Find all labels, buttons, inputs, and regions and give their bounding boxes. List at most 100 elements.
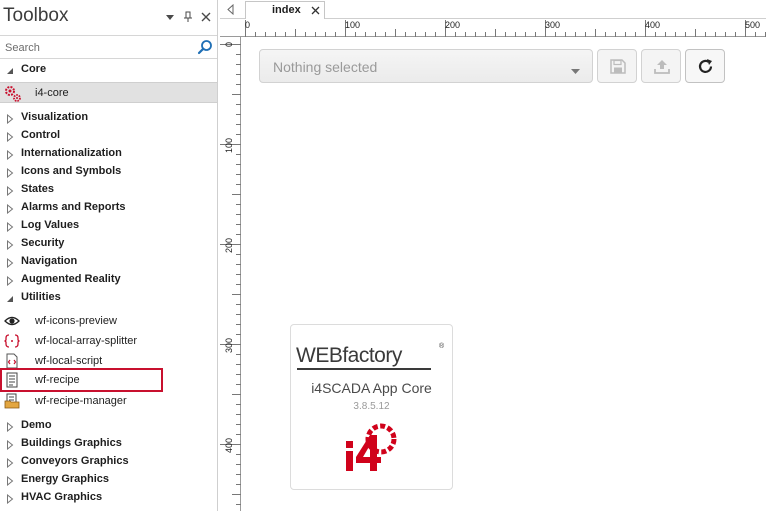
category-energy-graphics[interactable]: Energy Graphics: [0, 471, 217, 489]
scroll-left-icon[interactable]: [226, 3, 236, 16]
ruler-label: 200: [224, 237, 234, 253]
collapsed-arrow-icon[interactable]: [6, 239, 14, 251]
collapsed-arrow-icon[interactable]: [6, 439, 14, 451]
tab-bar: index: [220, 0, 766, 19]
collapsed-arrow-icon[interactable]: [6, 203, 14, 215]
category-utilities[interactable]: Utilities: [0, 289, 217, 307]
collapsed-arrow-icon[interactable]: [6, 475, 14, 487]
save-icon: [610, 59, 626, 74]
logo-underline: [297, 368, 431, 370]
toolbox-item-i4-core[interactable]: i4-core: [0, 82, 217, 103]
collapsed-arrow-icon[interactable]: [6, 149, 14, 161]
save-button[interactable]: [597, 49, 637, 83]
category-control[interactable]: Control: [0, 127, 217, 145]
dropdown-icon[interactable]: [164, 11, 176, 23]
category-label: Demo: [21, 419, 52, 431]
collapsed-arrow-icon[interactable]: [6, 113, 14, 125]
recipe-select-value: Nothing selected: [273, 59, 378, 75]
vertical-ruler: 0 100 200 300 400: [220, 37, 241, 511]
category-augmented-reality[interactable]: Augmented Reality: [0, 271, 217, 289]
ruler-label: 300: [545, 20, 561, 30]
category-label: Internationalization: [21, 147, 122, 159]
category-label: Security: [21, 237, 65, 249]
upload-button[interactable]: [641, 49, 681, 83]
item-label: wf-icons-preview: [35, 315, 117, 327]
splitter-icon: [4, 333, 20, 349]
category-internationalization[interactable]: Internationalization: [0, 145, 217, 163]
tab-label: index: [272, 4, 301, 16]
category-demo[interactable]: Demo: [0, 417, 217, 435]
refresh-icon: [698, 59, 713, 73]
ruler-label: 300: [224, 337, 234, 353]
design-canvas[interactable]: Nothing selected WEBfactory ® i4SCADA Ap…: [242, 38, 766, 511]
expanded-arrow-icon[interactable]: [6, 293, 14, 303]
i4-logo-icon: [343, 421, 401, 473]
ruler-ticks: [245, 20, 766, 37]
item-label: wf-local-array-splitter: [35, 335, 138, 347]
category-label: Log Values: [21, 219, 80, 231]
category-security[interactable]: Security: [0, 235, 217, 253]
category-label: Conveyors Graphics: [21, 455, 129, 467]
collapsed-arrow-icon[interactable]: [6, 493, 14, 505]
ruler-label: 200: [445, 20, 461, 30]
card-title: i4SCADA App Core: [311, 380, 432, 396]
category-label: States: [21, 183, 55, 195]
webfactory-logo: WEBfactory: [296, 344, 402, 367]
refresh-button[interactable]: [685, 49, 725, 83]
collapsed-arrow-icon[interactable]: [6, 221, 14, 233]
category-label: Augmented Reality: [21, 273, 121, 285]
eye-icon: [4, 313, 20, 329]
toolbox-item-wf-recipe[interactable]: wf-recipe: [0, 368, 163, 392]
category-visualization[interactable]: Visualization: [0, 109, 217, 127]
search-input[interactable]: [5, 39, 185, 56]
collapsed-arrow-icon[interactable]: [6, 257, 14, 269]
expanded-arrow-icon[interactable]: [6, 65, 14, 75]
collapsed-arrow-icon[interactable]: [6, 457, 14, 469]
item-label: wf-local-script: [35, 355, 103, 367]
caret-down-icon: [571, 64, 580, 74]
category-core[interactable]: Core: [0, 61, 217, 79]
category-hvac-graphics[interactable]: HVAC Graphics: [0, 489, 217, 507]
collapsed-arrow-icon[interactable]: [6, 131, 14, 143]
toolbox-item-wf-icons-preview[interactable]: wf-icons-preview: [0, 311, 217, 331]
recipe-icon: [4, 372, 20, 388]
category-label: Buildings Graphics: [21, 437, 122, 449]
recipe-select[interactable]: Nothing selected: [259, 49, 593, 83]
item-label: wf-recipe-manager: [35, 395, 127, 407]
collapsed-arrow-icon[interactable]: [6, 185, 14, 197]
collapsed-arrow-icon[interactable]: [6, 275, 14, 287]
pin-icon[interactable]: [182, 11, 194, 23]
category-states[interactable]: States: [0, 181, 217, 199]
category-navigation[interactable]: Navigation: [0, 253, 217, 271]
editor-area: index 0 100 200 300 400 500 0 100 200 30…: [220, 0, 766, 511]
toolbox-header: Toolbox: [0, 0, 217, 34]
category-alarms-and-reports[interactable]: Alarms and Reports: [0, 199, 217, 217]
toolbox-item-wf-local-array-splitter[interactable]: wf-local-array-splitter: [0, 331, 217, 351]
collapsed-arrow-icon[interactable]: [6, 421, 14, 433]
collapsed-arrow-icon[interactable]: [6, 167, 14, 179]
ruler-label: 500: [745, 20, 761, 30]
ruler-label: 100: [224, 137, 234, 153]
toolbox-search: [0, 35, 217, 59]
toolbox-item-wf-recipe-manager[interactable]: wf-recipe-manager: [0, 391, 217, 411]
category-icons-and-symbols[interactable]: Icons and Symbols: [0, 163, 217, 181]
category-label: Navigation: [21, 255, 78, 267]
toolbox-item-wf-local-script[interactable]: wf-local-script: [0, 351, 217, 371]
ruler-label: 0: [245, 20, 251, 30]
app-core-card[interactable]: WEBfactory ® i4SCADA App Core 3.8.5.12: [290, 324, 453, 490]
ruler-label: 400: [224, 437, 234, 453]
search-icon[interactable]: [197, 39, 213, 55]
tab-index[interactable]: index: [245, 1, 325, 19]
close-icon[interactable]: [310, 5, 321, 16]
category-label: Icons and Symbols: [21, 165, 122, 177]
category-label: Alarms and Reports: [21, 201, 126, 213]
category-label: HVAC Graphics: [21, 491, 103, 503]
close-icon[interactable]: [200, 11, 212, 23]
category-label: Core: [21, 63, 47, 75]
horizontal-ruler: 0 100 200 300 400 500: [220, 20, 766, 37]
ruler-label: 400: [645, 20, 661, 30]
category-log-values[interactable]: Log Values: [0, 217, 217, 235]
category-buildings-graphics[interactable]: Buildings Graphics: [0, 435, 217, 453]
category-conveyors-graphics[interactable]: Conveyors Graphics: [0, 453, 217, 471]
toolbox-panel: Toolbox Core i4-core Visualization Contr: [0, 0, 218, 511]
